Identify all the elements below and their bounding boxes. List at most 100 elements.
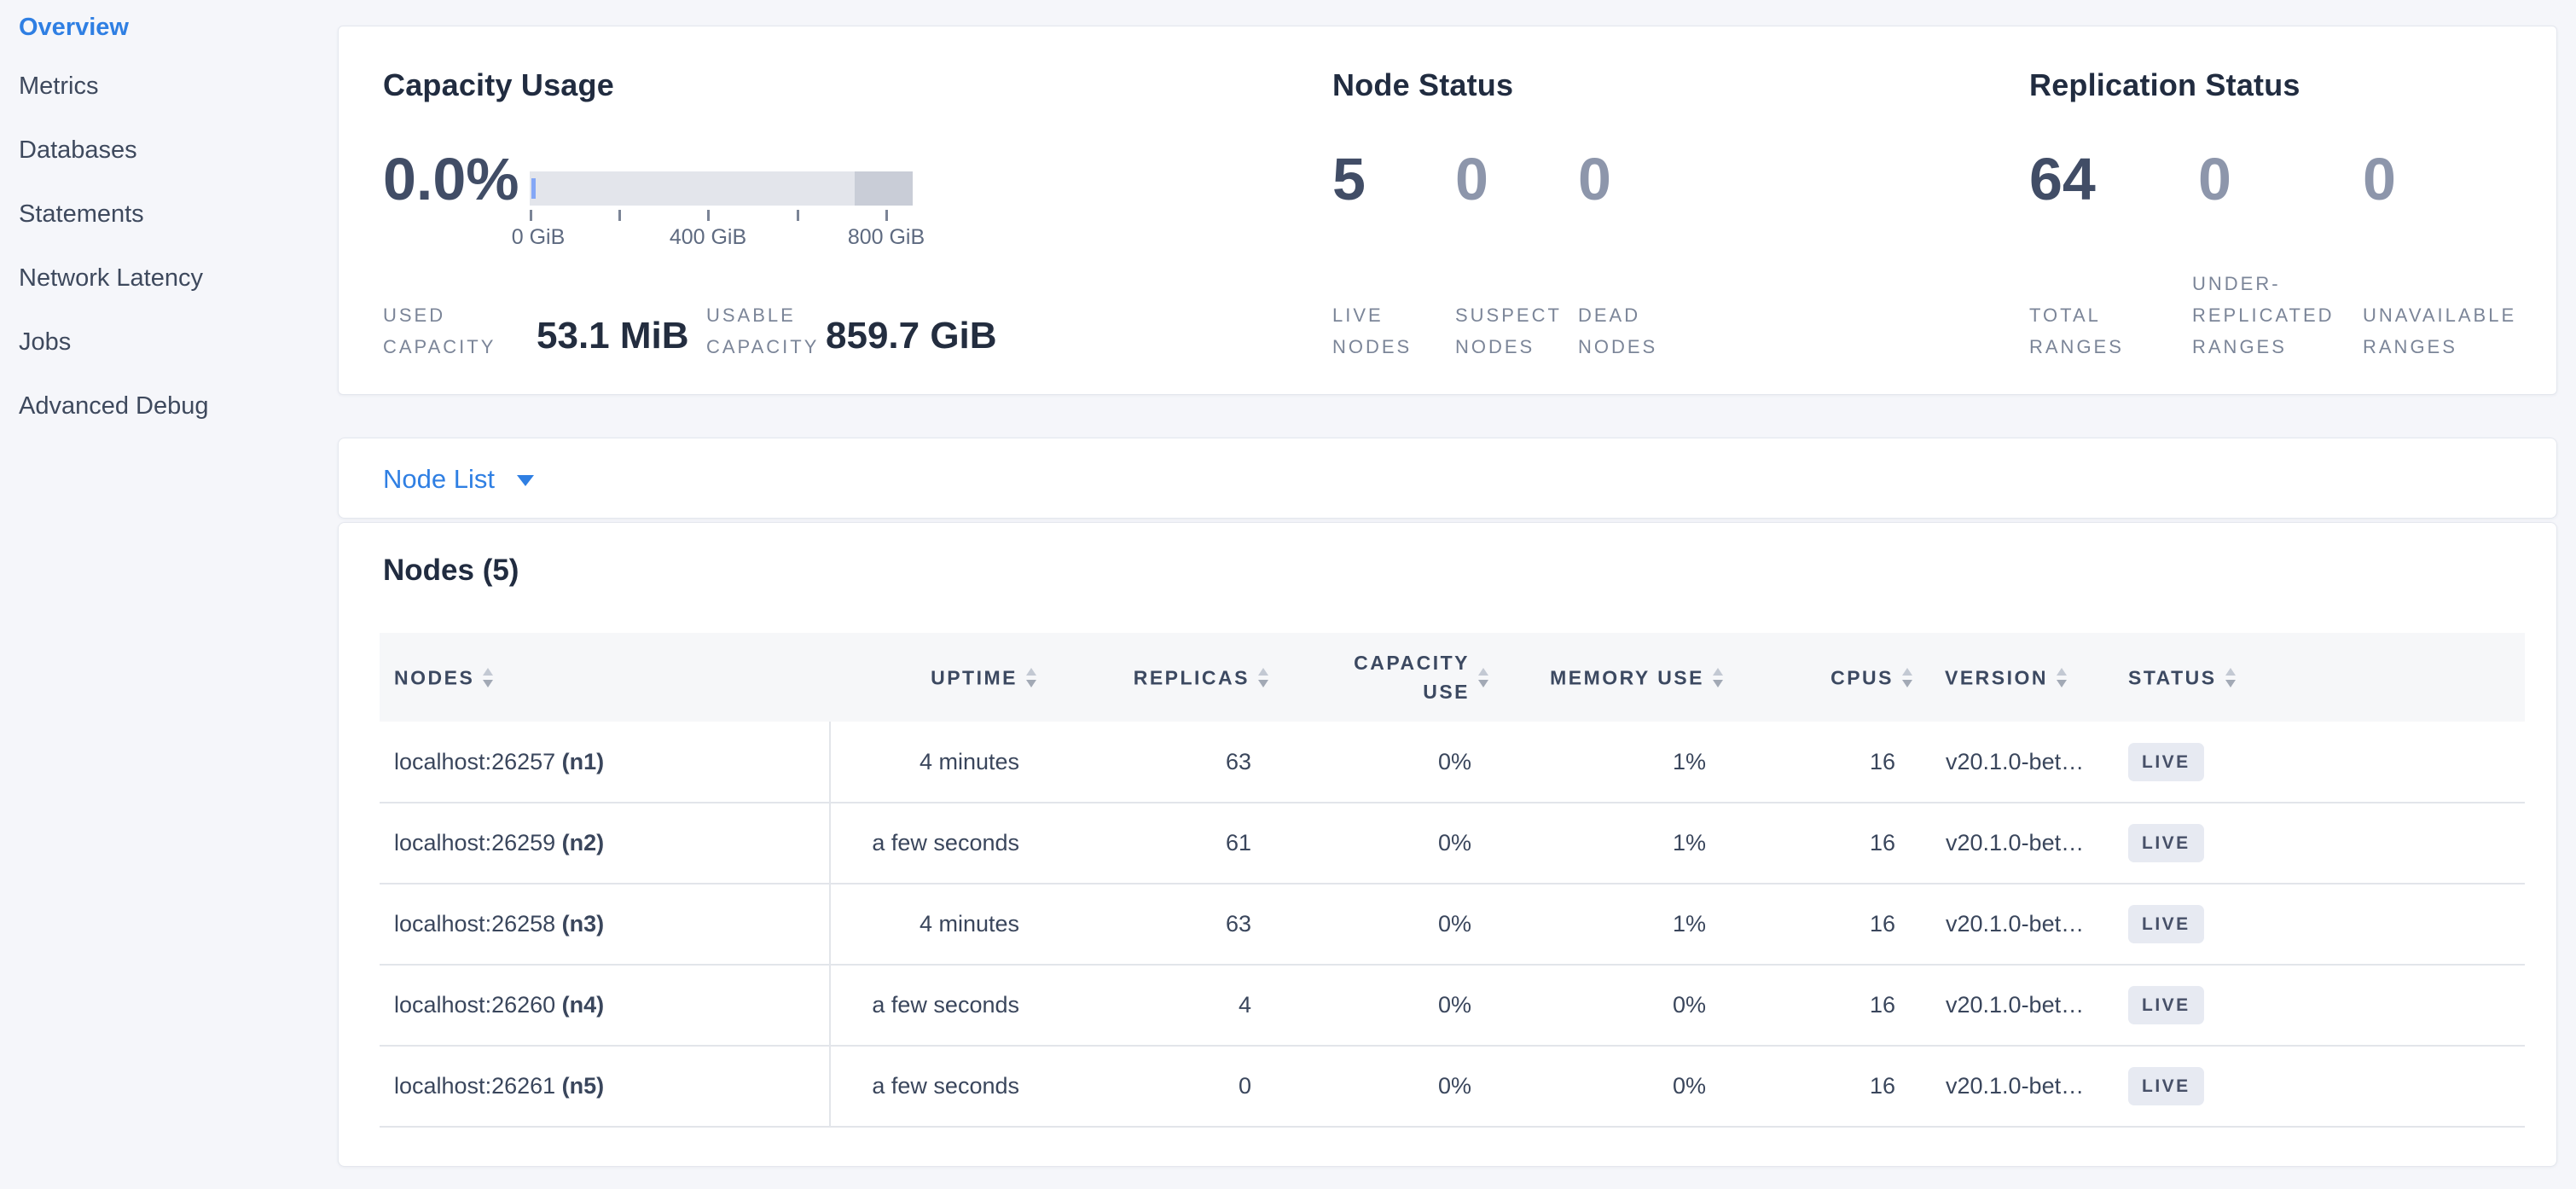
- cell-memory-use: 1%: [1490, 803, 1725, 884]
- col-header-cpus[interactable]: CPUS: [1725, 633, 1914, 722]
- sort-icon: [1478, 668, 1488, 687]
- cell-capacity-use: 0%: [1270, 884, 1490, 965]
- view-selector-card: Node List: [338, 438, 2557, 519]
- cell-version: v20.1.0-bet…: [1914, 1046, 2100, 1127]
- col-header-capacity-use[interactable]: CAPACITY USE: [1270, 633, 1490, 722]
- node-list-dropdown-label: Node List: [383, 464, 495, 495]
- cell-cpus: 16: [1725, 722, 1914, 803]
- cell-cpus: 16: [1725, 1046, 1914, 1127]
- suspect-nodes-value: 0: [1455, 153, 1488, 206]
- usable-capacity-label: USABLE CAPACITY: [706, 299, 819, 362]
- suspect-nodes-label: SUSPECT NODES: [1455, 299, 1562, 362]
- sidebar-item-network-latency[interactable]: Network Latency: [0, 246, 338, 310]
- cell-uptime: a few seconds: [830, 1046, 1038, 1127]
- nodes-heading: Nodes (5): [383, 554, 519, 588]
- sidebar: OverviewMetricsDatabasesStatementsNetwor…: [0, 0, 338, 438]
- table-row[interactable]: localhost:26257 (n1)4 minutes630%1%16v20…: [380, 722, 2525, 803]
- sidebar-item-overview[interactable]: Overview: [0, 2, 338, 55]
- sidebar-item-advanced-debug[interactable]: Advanced Debug: [0, 374, 338, 438]
- cell-uptime: 4 minutes: [830, 884, 1038, 965]
- nodes-card: Nodes (5) NODES UPTIME REPLICAS CAPACITY…: [338, 522, 2557, 1167]
- db-console-overview-page: { "sidebar": { "items": [ { "label": "Ov…: [0, 0, 2576, 1189]
- cell-version: v20.1.0-bet…: [1914, 884, 2100, 965]
- cell-capacity-use: 0%: [1270, 803, 1490, 884]
- cell-status: LIVE: [2100, 965, 2525, 1046]
- status-badge: LIVE: [2128, 905, 2204, 943]
- unavailable-ranges-value: 0: [2363, 153, 2396, 206]
- capacity-bar-used-segment: [531, 178, 536, 199]
- status-badge: LIVE: [2128, 986, 2204, 1024]
- status-badge: LIVE: [2128, 1067, 2204, 1105]
- col-header-status[interactable]: STATUS: [2100, 633, 2525, 722]
- node-list-dropdown[interactable]: Node List: [383, 438, 534, 519]
- used-capacity-label: USED CAPACITY: [383, 299, 496, 362]
- col-header-replicas[interactable]: REPLICAS: [1038, 633, 1270, 722]
- cell-node-address: localhost:26260 (n4): [380, 965, 830, 1046]
- total-ranges-value: 64: [2029, 153, 2096, 206]
- live-nodes-label: LIVE NODES: [1332, 299, 1412, 362]
- cell-node-address: localhost:26258 (n3): [380, 884, 830, 965]
- col-header-version[interactable]: VERSION: [1914, 633, 2100, 722]
- main-content: Capacity Usage 0.0% 0 GiB 400 GiB 800 Gi…: [338, 0, 2557, 1189]
- col-header-uptime[interactable]: UPTIME: [830, 633, 1038, 722]
- under-replicated-ranges-label: UNDER- REPLICATED RANGES: [2192, 268, 2335, 362]
- table-row[interactable]: localhost:26260 (n4)a few seconds40%0%16…: [380, 965, 2525, 1046]
- table-row[interactable]: localhost:26258 (n3)4 minutes630%1%16v20…: [380, 884, 2525, 965]
- cell-node-address: localhost:26257 (n1): [380, 722, 830, 803]
- usable-capacity-value: 859.7 GiB: [826, 315, 997, 357]
- cell-memory-use: 1%: [1490, 884, 1725, 965]
- nodes-table-body: localhost:26257 (n1)4 minutes630%1%16v20…: [380, 722, 2525, 1127]
- dead-nodes-label: DEAD NODES: [1578, 299, 1657, 362]
- sort-icon: [1713, 668, 1723, 687]
- used-capacity-value: 53.1 MiB: [537, 315, 689, 357]
- sort-icon: [2057, 668, 2067, 687]
- cell-node-address: localhost:26259 (n2): [380, 803, 830, 884]
- sidebar-item-jobs[interactable]: Jobs: [0, 310, 338, 374]
- capacity-bar-other-segment: [855, 171, 913, 206]
- cell-version: v20.1.0-bet…: [1914, 722, 2100, 803]
- cell-capacity-use: 0%: [1270, 965, 1490, 1046]
- cell-uptime: a few seconds: [830, 803, 1038, 884]
- nodes-table: NODES UPTIME REPLICAS CAPACITY USE MEMOR…: [380, 633, 2525, 1128]
- cell-cpus: 16: [1725, 965, 1914, 1046]
- cell-status: LIVE: [2100, 722, 2525, 803]
- capacity-usage-title: Capacity Usage: [383, 67, 614, 103]
- capacity-axis-labels: 0 GiB 400 GiB 800 GiB: [530, 225, 913, 251]
- cell-replicas: 4: [1038, 965, 1270, 1046]
- sidebar-item-metrics[interactable]: Metrics: [0, 55, 338, 119]
- capacity-bar: [530, 171, 913, 206]
- col-header-memory-use[interactable]: MEMORY USE: [1490, 633, 1725, 722]
- live-nodes-value: 5: [1332, 153, 1366, 206]
- cell-status: LIVE: [2100, 1046, 2525, 1127]
- axis-label-0: 0 GiB: [512, 225, 566, 250]
- cell-status: LIVE: [2100, 803, 2525, 884]
- total-ranges-label: TOTAL RANGES: [2029, 299, 2124, 362]
- sidebar-item-databases[interactable]: Databases: [0, 119, 338, 183]
- cluster-summary-card: Capacity Usage 0.0% 0 GiB 400 GiB 800 Gi…: [338, 26, 2557, 395]
- capacity-used-percent: 0.0%: [383, 153, 519, 206]
- sidebar-item-statements[interactable]: Statements: [0, 183, 338, 246]
- cell-replicas: 63: [1038, 722, 1270, 803]
- dead-nodes-value: 0: [1578, 153, 1611, 206]
- cell-capacity-use: 0%: [1270, 722, 1490, 803]
- cell-memory-use: 0%: [1490, 965, 1725, 1046]
- sort-icon: [1258, 668, 1268, 687]
- node-status-title: Node Status: [1332, 67, 1513, 103]
- status-badge: LIVE: [2128, 824, 2204, 862]
- under-replicated-ranges-value: 0: [2198, 153, 2231, 206]
- sort-icon: [483, 668, 493, 687]
- cell-status: LIVE: [2100, 884, 2525, 965]
- table-row[interactable]: localhost:26259 (n2)a few seconds610%1%1…: [380, 803, 2525, 884]
- chevron-down-icon: [517, 475, 534, 486]
- replication-status-title: Replication Status: [2029, 67, 2300, 103]
- axis-label-400: 400 GiB: [670, 225, 746, 250]
- axis-label-800: 800 GiB: [848, 225, 925, 250]
- sort-icon: [1902, 668, 1912, 687]
- cell-node-address: localhost:26261 (n5): [380, 1046, 830, 1127]
- cell-uptime: 4 minutes: [830, 722, 1038, 803]
- cell-version: v20.1.0-bet…: [1914, 965, 2100, 1046]
- table-row[interactable]: localhost:26261 (n5)a few seconds00%0%16…: [380, 1046, 2525, 1127]
- capacity-axis-ticks: [530, 210, 913, 225]
- cell-replicas: 61: [1038, 803, 1270, 884]
- col-header-nodes[interactable]: NODES: [380, 633, 830, 722]
